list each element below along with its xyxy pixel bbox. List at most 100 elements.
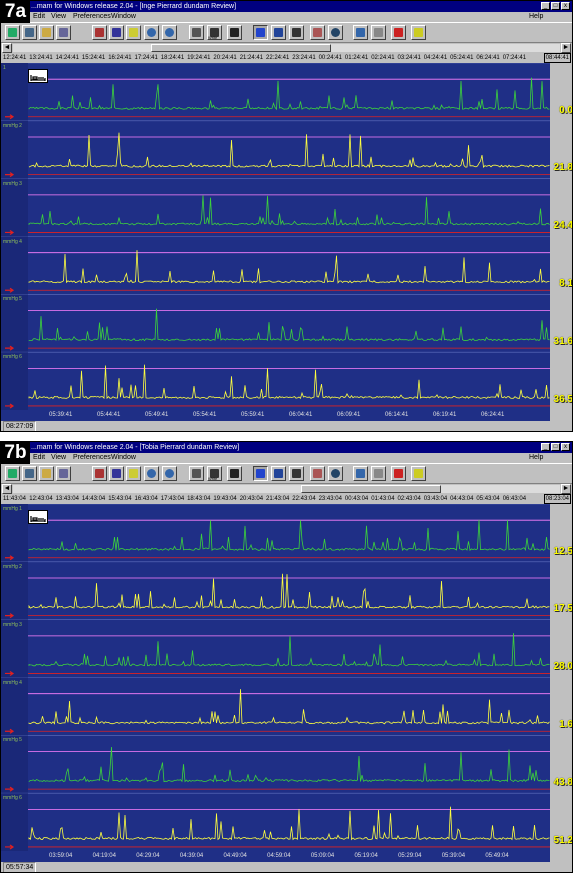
probe-button[interactable] bbox=[271, 25, 286, 40]
filter-button[interactable] bbox=[109, 466, 124, 481]
camera-button[interactable] bbox=[227, 25, 242, 40]
bottom-time-tick: 06:09:41 bbox=[337, 412, 361, 418]
note-button[interactable] bbox=[411, 25, 426, 40]
track-label: mmHg 5 bbox=[3, 296, 22, 303]
scroll-left-arrow-icon[interactable]: ◄ bbox=[2, 484, 12, 494]
note-button[interactable] bbox=[411, 466, 426, 481]
filter-icon bbox=[112, 28, 121, 37]
scroll-thumb[interactable] bbox=[151, 44, 331, 52]
magnifier-button[interactable] bbox=[328, 466, 343, 481]
time-tick: 23:24:41 bbox=[292, 55, 316, 61]
track-label: mmHg 3 bbox=[3, 621, 22, 628]
bed-icon bbox=[28, 69, 48, 83]
value-column: 0.0 21.8 24.4 8.1 31.6 36.5 bbox=[550, 63, 573, 410]
menu-preferences[interactable]: Preferences bbox=[73, 12, 111, 22]
ruler-button[interactable] bbox=[310, 466, 325, 481]
close-button[interactable]: x bbox=[561, 2, 570, 10]
book-button[interactable] bbox=[92, 466, 107, 481]
book-button[interactable] bbox=[92, 25, 107, 40]
cup-button[interactable] bbox=[371, 25, 386, 40]
cup-button[interactable] bbox=[371, 466, 386, 481]
time-tick: 13:24:41 bbox=[29, 55, 53, 61]
probe-button[interactable] bbox=[271, 466, 286, 481]
scroll-track[interactable] bbox=[13, 485, 560, 493]
pointer-button[interactable] bbox=[253, 25, 268, 40]
bottom-time-tick: 05:19:04 bbox=[354, 853, 378, 859]
save-button[interactable] bbox=[39, 25, 54, 40]
paint-button[interactable] bbox=[126, 466, 141, 481]
zoom-out-button[interactable] bbox=[162, 25, 177, 40]
ruler-button[interactable] bbox=[310, 25, 325, 40]
close-button[interactable]: x bbox=[561, 443, 570, 451]
save-button[interactable] bbox=[39, 466, 54, 481]
time-tick: 16:24:41 bbox=[108, 55, 132, 61]
maximize-button[interactable]: □ bbox=[551, 443, 560, 451]
camera-icon bbox=[230, 28, 239, 37]
funnel-button[interactable] bbox=[353, 466, 368, 481]
time-tick: 22:43:04 bbox=[292, 496, 316, 502]
cancel-icon bbox=[394, 469, 403, 478]
pressure-chart[interactable]: 1 mmHg 2 mmHg 3 mmHg 4 mmHg 5 mmHg 6 bbox=[1, 63, 550, 410]
pressure-trace bbox=[28, 308, 550, 342]
zoom-in-button[interactable] bbox=[144, 466, 159, 481]
title-bar: ...mam for Windows release 2.04 - [Inge … bbox=[1, 1, 572, 12]
network-button[interactable] bbox=[56, 466, 71, 481]
printer-button[interactable] bbox=[189, 25, 204, 40]
print-button[interactable] bbox=[22, 25, 37, 40]
scroll-right-arrow-icon[interactable]: ► bbox=[561, 43, 571, 53]
status-bar: 08:27:09 bbox=[1, 421, 572, 431]
menu-view[interactable]: View bbox=[51, 12, 66, 22]
bottom-time-tick: 03:59:04 bbox=[49, 853, 73, 859]
menu-view[interactable]: View bbox=[51, 453, 66, 463]
open-button[interactable] bbox=[5, 466, 20, 481]
pressure-chart[interactable]: mmHg 1 mmHg 2 mmHg 3 mmHg 4 mmHg 5 mmHg 6 bbox=[1, 504, 550, 851]
network-icon bbox=[59, 28, 68, 37]
track-scale bbox=[1, 793, 28, 851]
time-tick: 14:24:41 bbox=[55, 55, 79, 61]
menu-preferences[interactable]: Preferences bbox=[73, 453, 111, 463]
maximize-button[interactable]: □ bbox=[551, 2, 560, 10]
zoom-in-button[interactable] bbox=[144, 25, 159, 40]
scroll-right-arrow-icon[interactable]: ► bbox=[561, 484, 571, 494]
cancel-button[interactable] bbox=[391, 25, 406, 40]
minimize-button[interactable]: _ bbox=[541, 2, 550, 10]
funnel-button[interactable] bbox=[353, 25, 368, 40]
paint-icon bbox=[129, 469, 138, 478]
menu-help[interactable]: Help bbox=[529, 12, 543, 22]
tracks-svg bbox=[1, 504, 550, 851]
print-icon bbox=[25, 28, 34, 37]
zoom-out-button[interactable] bbox=[162, 466, 177, 481]
menu-edit[interactable]: Edit bbox=[33, 453, 45, 463]
menu-edit[interactable]: Edit bbox=[33, 12, 45, 22]
time-tick: 03:43:04 bbox=[423, 496, 448, 502]
camera-button[interactable] bbox=[227, 466, 242, 481]
magnifier-button[interactable] bbox=[328, 25, 343, 40]
menu-help[interactable]: Help bbox=[529, 453, 543, 463]
track-label: mmHg 5 bbox=[3, 737, 22, 744]
thermometer-button[interactable] bbox=[289, 25, 304, 40]
write-button[interactable]: Write bbox=[207, 466, 222, 481]
scroll-thumb[interactable] bbox=[301, 485, 441, 493]
menu-window[interactable]: Window bbox=[111, 453, 136, 463]
bottom-time-tick: 04:29:04 bbox=[136, 853, 160, 859]
cancel-button[interactable] bbox=[391, 466, 406, 481]
menu-window[interactable]: Window bbox=[111, 12, 136, 22]
paint-button[interactable] bbox=[126, 25, 141, 40]
printer-button[interactable] bbox=[189, 466, 204, 481]
pressure-trace bbox=[28, 573, 550, 610]
minimize-button[interactable]: _ bbox=[541, 443, 550, 451]
network-button[interactable] bbox=[56, 25, 71, 40]
write-button[interactable]: Write bbox=[207, 25, 222, 40]
value-column: 12.5 17.5 28.0 1.6 43.8 51.2 bbox=[550, 504, 572, 851]
track-scale bbox=[1, 735, 28, 794]
time-tick: 17:43:04 bbox=[160, 496, 185, 502]
print-button[interactable] bbox=[22, 466, 37, 481]
pressure-trace bbox=[28, 364, 550, 400]
thermometer-button[interactable] bbox=[289, 466, 304, 481]
track-value: 8.1 bbox=[559, 278, 573, 290]
scroll-left-arrow-icon[interactable]: ◄ bbox=[2, 43, 12, 53]
pointer-button[interactable] bbox=[253, 466, 268, 481]
open-button[interactable] bbox=[5, 25, 20, 40]
funnel-icon bbox=[356, 28, 365, 37]
filter-button[interactable] bbox=[109, 25, 124, 40]
